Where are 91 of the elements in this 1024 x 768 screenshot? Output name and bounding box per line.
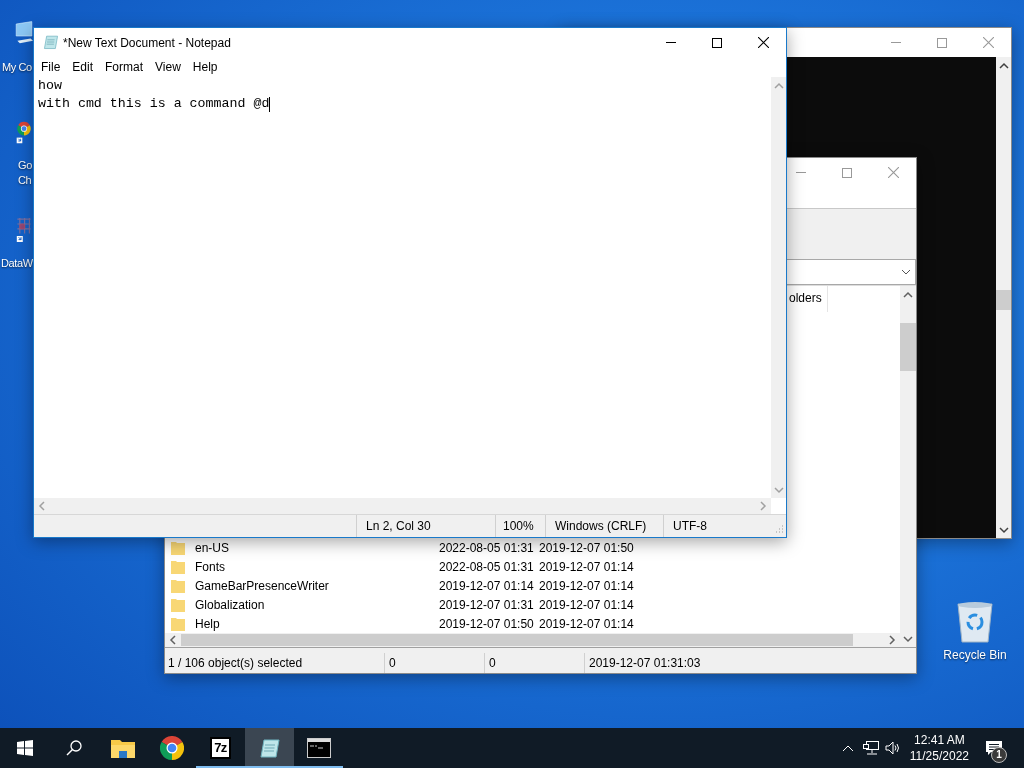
chevron-left-icon[interactable]	[38, 501, 46, 511]
chrome-icon	[159, 736, 184, 760]
chevron-left-icon[interactable]	[169, 635, 177, 645]
file-row[interactable]: Help 2019-12-07 01:50 2019-12-07 01:14	[165, 614, 900, 633]
folder-icon	[171, 597, 185, 612]
icon-label[interactable]: My Co	[0, 60, 32, 75]
text-line: with cmd this is a command @d	[38, 95, 272, 113]
chevron-up-icon[interactable]	[998, 61, 1009, 70]
scrollbar[interactable]	[900, 286, 916, 647]
file-name: Globalization	[195, 597, 266, 612]
chevron-up-icon	[841, 744, 854, 752]
windows-logo-icon	[16, 740, 33, 756]
icon-label[interactable]: DataW	[0, 256, 33, 271]
status-text: 100%	[495, 515, 545, 537]
notepad-icon	[258, 737, 281, 759]
modified-date: 2019-12-07 01:50	[439, 616, 535, 631]
minimize-icon	[796, 172, 806, 173]
modified-date: 2019-12-07 01:31	[439, 597, 535, 612]
status-text: Ln 2, Col 30	[356, 515, 495, 537]
modified-date: 2022-08-05 01:31	[439, 540, 535, 555]
close-icon	[887, 167, 899, 178]
file-name: Help	[195, 616, 221, 631]
chevron-up-icon[interactable]	[903, 290, 913, 299]
minimize-icon	[891, 42, 901, 43]
status-text: 0	[484, 653, 584, 673]
chevron-right-icon[interactable]	[759, 501, 767, 511]
folder-icon	[171, 616, 185, 631]
scrollbar[interactable]	[165, 633, 900, 647]
menu-item[interactable]: Edit	[66, 57, 100, 77]
clock[interactable]: 12:41 AM 11/25/2022	[903, 728, 975, 768]
file-name: en-US	[195, 540, 230, 555]
close-icon	[982, 37, 994, 48]
chevron-down-icon[interactable]	[998, 525, 1009, 534]
chevron-right-icon[interactable]	[888, 635, 896, 645]
created-date: 2019-12-07 01:14	[539, 616, 635, 631]
minimize-icon	[666, 42, 676, 43]
folder-icon	[171, 559, 185, 574]
modified-date: 2022-08-05 01:31	[439, 559, 535, 574]
scroll-thumb[interactable]	[900, 323, 916, 371]
notifications-button[interactable]: 1	[975, 728, 1013, 768]
menu-item[interactable]: View	[149, 57, 187, 77]
text-editor[interactable]: how with cmd this is a command @d	[34, 77, 771, 498]
folder-icon	[171, 540, 185, 555]
modified-date: 2019-12-07 01:14	[439, 578, 535, 593]
menu-item[interactable]: File	[35, 57, 67, 77]
status-text: UTF-8	[663, 515, 771, 537]
close-icon	[757, 37, 769, 48]
folder-icon	[110, 738, 135, 758]
status-text: Windows (CRLF)	[545, 515, 663, 537]
file-name: Fonts	[195, 559, 226, 574]
maximize-icon	[712, 37, 722, 48]
icon-label[interactable]: Go	[0, 158, 32, 173]
maximize-icon	[937, 37, 947, 48]
status-text: 1 / 106 object(s) selected	[167, 655, 304, 672]
scrollbar[interactable]	[34, 498, 771, 514]
status-text: 2019-12-07 01:31:03	[584, 653, 824, 673]
maximize-icon	[842, 167, 852, 178]
created-date: 2019-12-07 01:14	[539, 559, 635, 574]
text-line: how	[38, 77, 63, 95]
created-date: 2019-12-07 01:50	[539, 540, 635, 555]
folder-icon	[171, 578, 185, 593]
taskbar-app[interactable]	[245, 728, 294, 768]
speaker-icon	[884, 741, 901, 755]
file-row[interactable]: en-US 2022-08-05 01:31 2019-12-07 01:50	[165, 538, 900, 557]
network-icon	[862, 741, 879, 755]
file-row[interactable]: Globalization 2019-12-07 01:31 2019-12-07 01:14	[165, 595, 900, 614]
file-name: GameBarPresenceWriter	[195, 578, 330, 593]
file-row[interactable]: GameBarPresenceWriter 2019-12-07 01:14 2019-12-07 01:14	[165, 576, 900, 595]
archiver-logo: 7z	[210, 737, 231, 759]
icon-label[interactable]: Ch	[0, 173, 32, 188]
console-icon	[306, 738, 331, 758]
menu-item[interactable]: Help	[186, 57, 224, 77]
file-row[interactable]: Fonts 2022-08-05 01:31 2019-12-07 01:14	[165, 557, 900, 576]
created-date: 2019-12-07 01:14	[539, 597, 635, 612]
icon-label[interactable]: Recycle Bin	[943, 648, 1007, 663]
address-field[interactable]	[787, 259, 916, 285]
chevron-down-icon[interactable]	[901, 269, 911, 275]
created-date: 2019-12-07 01:14	[539, 578, 635, 593]
window-title: *New Text Document - Notepad	[63, 36, 231, 50]
menu-item[interactable]: Format	[99, 57, 150, 77]
recycle-bin-icon[interactable]	[956, 600, 994, 644]
size-grip-icon[interactable]	[774, 524, 784, 534]
chevron-down-icon[interactable]	[903, 634, 913, 643]
notification-badge: 1	[991, 747, 1007, 763]
scroll-thumb[interactable]	[181, 634, 853, 646]
scroll-thumb[interactable]	[996, 290, 1011, 310]
scrollbar[interactable]	[996, 57, 1011, 538]
taskbar-app[interactable]: 7z	[196, 728, 245, 768]
notepad-icon	[43, 34, 59, 50]
search-icon	[65, 740, 82, 756]
status-text: 0	[384, 653, 484, 673]
